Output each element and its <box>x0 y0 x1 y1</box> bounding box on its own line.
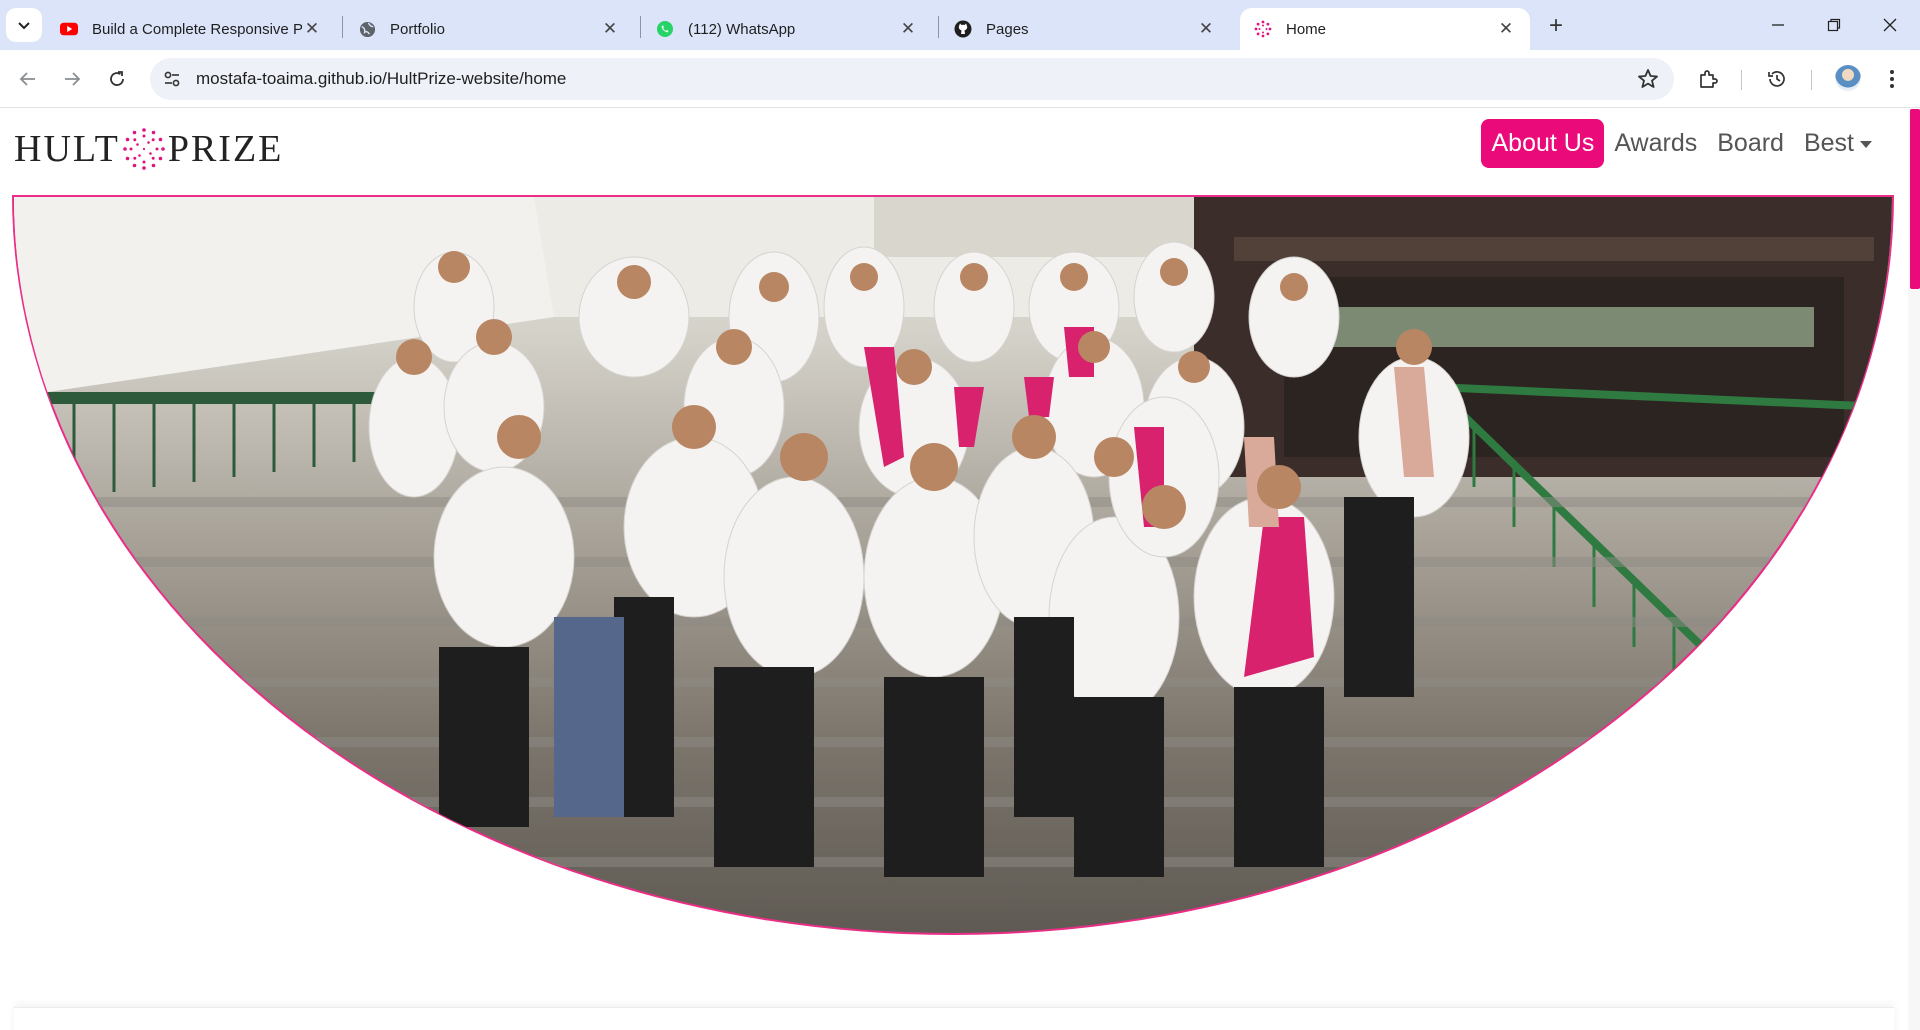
minimize-icon <box>1772 24 1784 26</box>
history-button[interactable] <box>1763 65 1791 93</box>
globe-icon <box>358 20 376 38</box>
history-icon <box>1768 71 1785 87</box>
hultprize-burst-icon <box>123 128 165 170</box>
close-icon[interactable]: ✕ <box>1496 19 1516 39</box>
forward-button[interactable] <box>56 63 88 95</box>
arrow-left-icon <box>19 72 35 86</box>
profile-avatar[interactable] <box>1835 65 1861 91</box>
tab-divider <box>342 16 343 38</box>
restore-icon <box>1827 18 1841 32</box>
browser-toolbar: mostafa-toaima.github.io/HultPrize-websi… <box>0 50 1920 108</box>
more-vertical-icon <box>1890 70 1894 88</box>
scrollbar-thumb[interactable] <box>1910 109 1920 289</box>
puzzle-icon <box>1700 70 1718 88</box>
tab-portfolio[interactable]: Portfolio ✕ <box>344 8 634 50</box>
youtube-icon <box>60 20 78 38</box>
tab-title: Home <box>1286 20 1327 38</box>
nav-best-label: Best <box>1803 129 1854 157</box>
hero-group-photo <box>12 195 1894 935</box>
minimize-button[interactable] <box>1758 10 1798 40</box>
close-window-button[interactable] <box>1870 10 1910 40</box>
tab-search-button[interactable] <box>6 8 42 42</box>
github-icon <box>954 20 972 38</box>
tab-title: Portfolio <box>390 20 446 38</box>
tab-home-active[interactable]: Home ✕ <box>1240 8 1530 50</box>
restore-button[interactable] <box>1814 10 1854 40</box>
close-icon[interactable]: ✕ <box>302 19 322 39</box>
page-scrollbar[interactable] <box>1908 109 1920 1030</box>
whatsapp-icon <box>656 20 674 38</box>
tab-divider <box>640 16 641 38</box>
toolbar-divider <box>1811 70 1812 90</box>
nav-awards[interactable]: Awards <box>1604 119 1707 168</box>
logo-text-right: PRIZE <box>167 128 284 170</box>
logo-text-left: HULT <box>14 128 120 170</box>
site-logo[interactable]: HULT PRIZE <box>14 127 283 171</box>
browser-menu-button[interactable] <box>1878 65 1906 93</box>
tab-title: (112) WhatsApp <box>688 20 796 38</box>
tab-whatsapp[interactable]: (112) WhatsApp ✕ <box>642 8 932 50</box>
caret-down-icon <box>1860 140 1872 148</box>
close-icon[interactable]: ✕ <box>600 19 620 39</box>
tab-youtube[interactable]: Build a Complete Responsive Pc ✕ <box>46 8 336 50</box>
group-photo-illustration <box>14 197 1892 877</box>
about-section-top <box>14 1007 1894 1030</box>
nav-best-dropdown[interactable]: Best <box>1794 119 1882 168</box>
tab-github-pages[interactable]: Pages ✕ <box>940 8 1230 50</box>
extensions-button[interactable] <box>1694 65 1722 93</box>
new-tab-button[interactable]: + <box>1542 12 1570 40</box>
site-settings-icon[interactable] <box>162 69 182 89</box>
arrow-right-icon <box>65 72 81 86</box>
reload-icon <box>110 71 124 86</box>
nav-board[interactable]: Board <box>1707 119 1794 168</box>
chevron-down-icon <box>18 22 30 30</box>
nav-about-us[interactable]: About Us <box>1481 119 1605 168</box>
toolbar-divider <box>1741 70 1742 90</box>
close-icon[interactable]: ✕ <box>898 19 918 39</box>
back-button[interactable] <box>12 63 44 95</box>
tab-divider <box>938 16 939 38</box>
hultprize-icon <box>1254 20 1272 38</box>
tab-title: Build a Complete Responsive Pc <box>92 20 302 38</box>
close-icon <box>1883 18 1897 32</box>
bookmark-star-icon[interactable] <box>1636 67 1660 91</box>
tab-title: Pages <box>986 20 1029 38</box>
main-nav: About Us Awards Board Best <box>1481 119 1882 168</box>
hero-image-frame <box>12 195 1894 935</box>
reload-button[interactable] <box>101 63 133 95</box>
tab-strip: Build a Complete Responsive Pc ✕ Portfol… <box>0 0 1920 50</box>
close-icon[interactable]: ✕ <box>1196 19 1216 39</box>
address-bar[interactable]: mostafa-toaima.github.io/HultPrize-websi… <box>150 58 1674 100</box>
url-text: mostafa-toaima.github.io/HultPrize-websi… <box>196 69 567 88</box>
web-page: HULT PRIZE About Us Awards Board Best <box>0 109 1920 1030</box>
